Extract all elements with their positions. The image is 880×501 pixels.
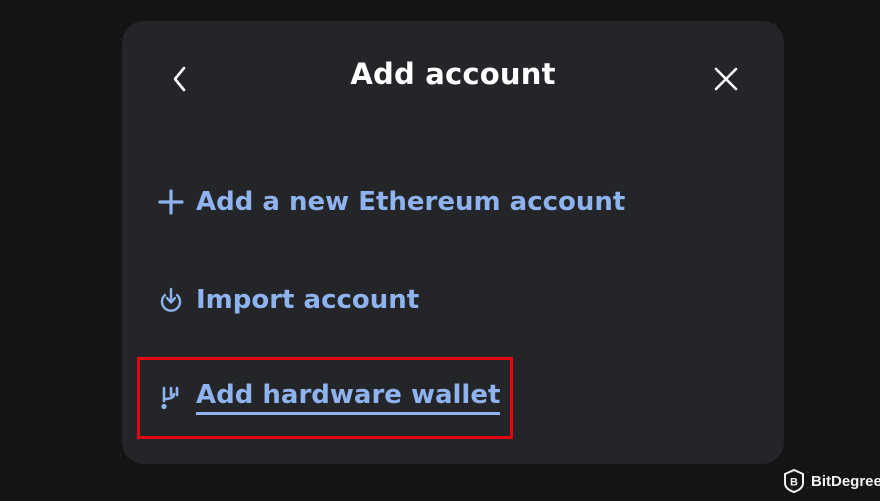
- add-hardware-wallet-button[interactable]: Add hardware wallet: [156, 378, 501, 418]
- bitdegree-watermark: B BitDegree: [783, 468, 880, 494]
- plus-icon: [156, 187, 186, 217]
- add-hardware-wallet-label: Add hardware wallet: [196, 380, 501, 416]
- hardware-wallet-icon: [156, 383, 186, 413]
- close-button[interactable]: [706, 59, 746, 99]
- brand-name: BitDegree: [811, 472, 880, 490]
- import-account-button[interactable]: Import account: [156, 280, 419, 320]
- import-icon: [156, 285, 186, 315]
- modal-title: Add account: [350, 57, 556, 91]
- svg-text:B: B: [790, 477, 798, 489]
- add-new-ethereum-account-label: Add a new Ethereum account: [196, 187, 626, 217]
- import-account-label: Import account: [196, 285, 420, 315]
- add-new-ethereum-account-button[interactable]: Add a new Ethereum account: [156, 182, 625, 222]
- bitdegree-logo-icon: B: [784, 469, 804, 493]
- close-icon: [714, 67, 738, 91]
- add-account-modal: Add account Add a new Ethereum account I…: [122, 21, 784, 464]
